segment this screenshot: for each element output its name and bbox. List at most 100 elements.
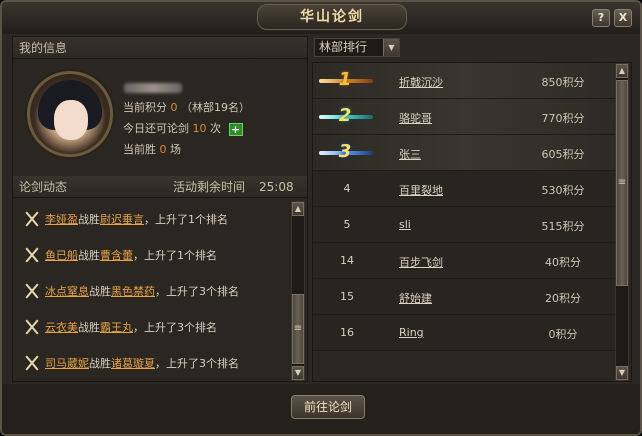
wins-label: 当前胜 xyxy=(123,143,156,156)
news-item: 鱼已船 战胜 曹含蕾 ，上升了1个排名 xyxy=(23,237,289,273)
avatar-face-shape xyxy=(54,100,88,140)
news-loser[interactable]: 霸王丸 xyxy=(100,319,133,335)
remaining-value: 10 xyxy=(192,122,207,135)
news-scrollbar[interactable]: ▲ ≡ ▼ xyxy=(291,201,305,381)
huashan-window: 华山论剑 ? X 我的信息 当前积分 0 （林部19名） 今日还可论剑 10 次… xyxy=(0,0,642,436)
ranking-player-name[interactable]: sli xyxy=(399,218,411,231)
news-item: 冰点窒息 战胜 黑色禁药 ，上升了3个排名 xyxy=(23,273,289,309)
rank-medal-silver-icon: 2 xyxy=(319,105,375,126)
remaining-label: 今日还可论剑 xyxy=(123,122,189,135)
go-to-duel-button[interactable]: 前往论剑 xyxy=(291,395,365,419)
news-title: 论剑动态 xyxy=(19,180,68,194)
remaining-line: 今日还可论剑 10 次 + xyxy=(123,120,243,136)
ranking-score: 850积分 xyxy=(541,76,585,89)
ranking-row[interactable]: 16 Ring 0积分 xyxy=(313,315,617,351)
remaining-unit: 次 xyxy=(210,122,221,135)
news-verb: 战胜 xyxy=(78,213,100,226)
ranking-score: 515积分 xyxy=(541,220,585,233)
news-loser[interactable]: 尉迟垂言 xyxy=(100,211,144,227)
ranking-row[interactable]: 4 百里裂地 530积分 xyxy=(313,171,617,207)
news-winner[interactable]: 云衣美 xyxy=(45,319,78,335)
rank-medal-gold-icon: 1 xyxy=(319,69,375,90)
news-verb: 战胜 xyxy=(78,249,100,262)
scroll-down-icon[interactable]: ▼ xyxy=(616,366,628,380)
my-info-header: 我的信息 xyxy=(13,37,307,59)
ranking-dropdown[interactable]: 林部排行 ▼ xyxy=(314,38,400,57)
crossed-swords-icon xyxy=(23,210,41,228)
rank-number: 14 xyxy=(340,254,354,267)
time-remaining-label: 活动剩余时间 xyxy=(173,180,246,194)
scroll-thumb[interactable]: ≡ xyxy=(292,294,304,364)
chevron-down-icon[interactable]: ▼ xyxy=(383,39,399,56)
rank-number: 15 xyxy=(340,290,354,303)
ranking-row[interactable]: 14 百步飞剑 40积分 xyxy=(313,243,617,279)
news-result: ，上升了3个排名 xyxy=(133,321,217,334)
news-item: 云衣美 战胜 霸王丸 ，上升了3个排名 xyxy=(23,309,289,345)
ranking-row[interactable]: 2 骆驼哥 770积分 xyxy=(313,99,617,135)
ranking-dropdown-label: 林部排行 xyxy=(319,40,368,54)
ranking-score: 0积分 xyxy=(548,328,578,341)
scroll-down-icon[interactable]: ▼ xyxy=(292,366,304,380)
rank-number: 3 xyxy=(338,141,352,162)
crossed-swords-icon xyxy=(23,318,41,336)
ranking-row[interactable]: 15 舒始建 20积分 xyxy=(313,279,617,315)
news-item: 李娅盈 战胜 尉迟垂言 ，上升了1个排名 xyxy=(23,201,289,237)
points-line: 当前积分 0 （林部19名） xyxy=(123,99,250,115)
points-value: 0 xyxy=(170,101,178,114)
crossed-swords-icon xyxy=(23,354,41,372)
ranking-row[interactable]: 1 折戟沉沙 850积分 xyxy=(313,63,617,99)
news-verb: 战胜 xyxy=(89,285,111,298)
ranking-player-name[interactable]: 折戟沉沙 xyxy=(399,74,443,90)
ranking-row[interactable]: 3 张三 605积分 xyxy=(313,135,617,171)
ranking-player-name[interactable]: Ring xyxy=(399,326,424,339)
news-result: ，上升了1个排名 xyxy=(144,213,228,226)
rank-number: 4 xyxy=(343,182,351,195)
points-label: 当前积分 xyxy=(123,101,167,114)
scroll-up-icon[interactable]: ▲ xyxy=(292,202,304,216)
help-button[interactable]: ? xyxy=(592,9,610,27)
ranking-player-name[interactable]: 百里裂地 xyxy=(399,182,443,198)
news-winner[interactable]: 司马葳妮 xyxy=(45,355,89,371)
ranking-panel: 1 折戟沉沙 850积分 2 骆驼哥 770积分 3 张三 605积分 4 百里… xyxy=(312,62,632,382)
rank-number: 16 xyxy=(340,326,354,339)
rank-number: 2 xyxy=(338,105,352,126)
news-item: 司马葳妮 战胜 诸葛璇夏 ，上升了3个排名 xyxy=(23,345,289,381)
wins-value: 0 xyxy=(159,143,167,156)
add-attempts-plus-icon[interactable]: + xyxy=(228,122,243,136)
ranking-row[interactable]: 5 sli 515积分 xyxy=(313,207,617,243)
news-verb: 战胜 xyxy=(78,321,100,334)
ranking-score: 770积分 xyxy=(541,112,585,125)
news-header: 论剑动态 活动剩余时间 25:08 xyxy=(13,176,307,198)
ranking-score: 530积分 xyxy=(541,184,585,197)
news-verb: 战胜 xyxy=(89,357,111,370)
rank-number: 5 xyxy=(343,218,351,231)
news-loser[interactable]: 黑色禁药 xyxy=(111,283,155,299)
rank-number: 1 xyxy=(338,69,352,90)
scroll-thumb[interactable]: ≡ xyxy=(616,80,628,286)
ranking-player-name[interactable]: 舒始建 xyxy=(399,290,432,306)
time-remaining-value: 25:08 xyxy=(259,180,294,194)
news-result: ，上升了3个排名 xyxy=(155,285,239,298)
ranking-score: 605积分 xyxy=(541,148,585,161)
ranking-player-name[interactable]: 百步飞剑 xyxy=(399,254,443,270)
player-avatar xyxy=(27,71,113,157)
ranking-score: 20积分 xyxy=(545,292,581,305)
news-winner[interactable]: 冰点窒息 xyxy=(45,283,89,299)
news-result: ，上升了1个排名 xyxy=(133,249,217,262)
rank-medal-bronze-icon: 3 xyxy=(319,141,375,162)
crossed-swords-icon xyxy=(23,282,41,300)
news-loser[interactable]: 诸葛璇夏 xyxy=(111,355,155,371)
player-name-blurred xyxy=(124,83,182,93)
news-winner[interactable]: 李娅盈 xyxy=(45,211,78,227)
window-title: 华山论剑 xyxy=(257,4,407,30)
scroll-up-icon[interactable]: ▲ xyxy=(616,64,628,78)
news-result: ，上升了3个排名 xyxy=(155,357,239,370)
ranking-player-name[interactable]: 骆驼哥 xyxy=(399,110,432,126)
ranking-score: 40积分 xyxy=(545,256,581,269)
close-button[interactable]: X xyxy=(614,9,632,27)
ranking-scrollbar[interactable]: ▲ ≡ ▼ xyxy=(615,63,629,381)
points-rank: （林部19名） xyxy=(181,101,250,114)
news-winner[interactable]: 鱼已船 xyxy=(45,247,78,263)
ranking-player-name[interactable]: 张三 xyxy=(399,146,421,162)
news-loser[interactable]: 曹含蕾 xyxy=(100,247,133,263)
